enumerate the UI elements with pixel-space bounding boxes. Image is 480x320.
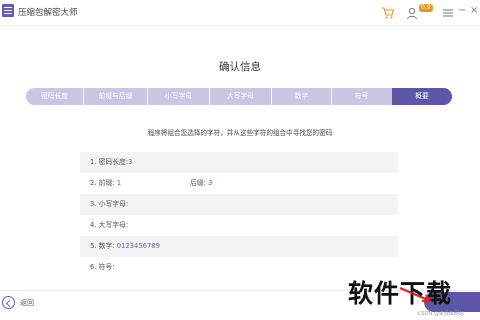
digits-value: 0123456789 [116,242,160,250]
close-button[interactable]: × [470,5,478,17]
step-symbols[interactable]: 符号 [332,88,391,105]
watermark-caption: CSDN @资源库网站 [418,311,464,317]
suffix-value: 3 [208,179,213,187]
summary-row-digits: 5. 数字: 0123456789 [80,236,398,257]
close-icon: × [470,5,479,16]
minimize-button[interactable]: − [458,5,466,17]
digits-label: 5. 数字: [90,242,115,250]
suffix-label: 后缀: [190,179,206,187]
user-icon[interactable] [406,6,420,20]
summary-row-length: 1. 密码长度:3 [80,152,398,173]
watermark-arrow-icon [399,286,432,302]
back-label: 返回 [20,299,34,307]
length-value: 3 [128,158,133,166]
step-digits[interactable]: 数字 [272,88,331,105]
menu-icon[interactable] [441,6,455,20]
summary-row-lowercase: 3. 小写字母: [80,194,398,215]
symbols-label: 6. 符号: [90,263,115,271]
page-title: 确认信息 [219,61,261,73]
summary-row-uppercase: 4. 大写字母: [80,215,398,236]
summary-list: 1. 密码长度:3 2. 前缀: 1 后缀: 3 3. 小写字母: 4. 大写字… [80,152,398,278]
uppercase-label: 4. 大写字母: [90,221,129,229]
notification-badge: 0.9 [419,4,433,12]
app-logo-icon [2,4,14,17]
prefix-value: 1 [116,179,122,187]
step-summary[interactable]: 概要 [392,88,452,105]
minimize-icon: − [458,5,467,16]
description-text: 程序将组合您选择的字符，并从这些字符的组合中寻找您的密码 [147,129,333,137]
steps-bar: 密码长度 前缀与后缀 小写字母 大写字母 数字 符号 概要 [26,88,452,105]
step-uppercase[interactable]: 大写字母 [210,88,271,105]
summary-row-prefix-suffix: 2. 前缀: 1 后缀: 3 [80,173,398,194]
step-prefix-suffix[interactable]: 前缀与后缀 [84,88,147,105]
step-lowercase[interactable]: 小写字母 [148,88,209,105]
app-title: 压缩包解密大师 [18,8,78,18]
length-label: 1. 密码长度: [90,158,129,166]
title-bar: 压缩包解密大师 0.9 − × [0,0,480,26]
step-password-length[interactable]: 密码长度 [26,88,83,105]
back-arrow-icon [2,296,15,309]
lowercase-label: 3. 小写字母: [90,200,129,208]
cart-icon[interactable] [381,6,395,20]
prefix-label: 2. 前缀: [90,179,115,187]
